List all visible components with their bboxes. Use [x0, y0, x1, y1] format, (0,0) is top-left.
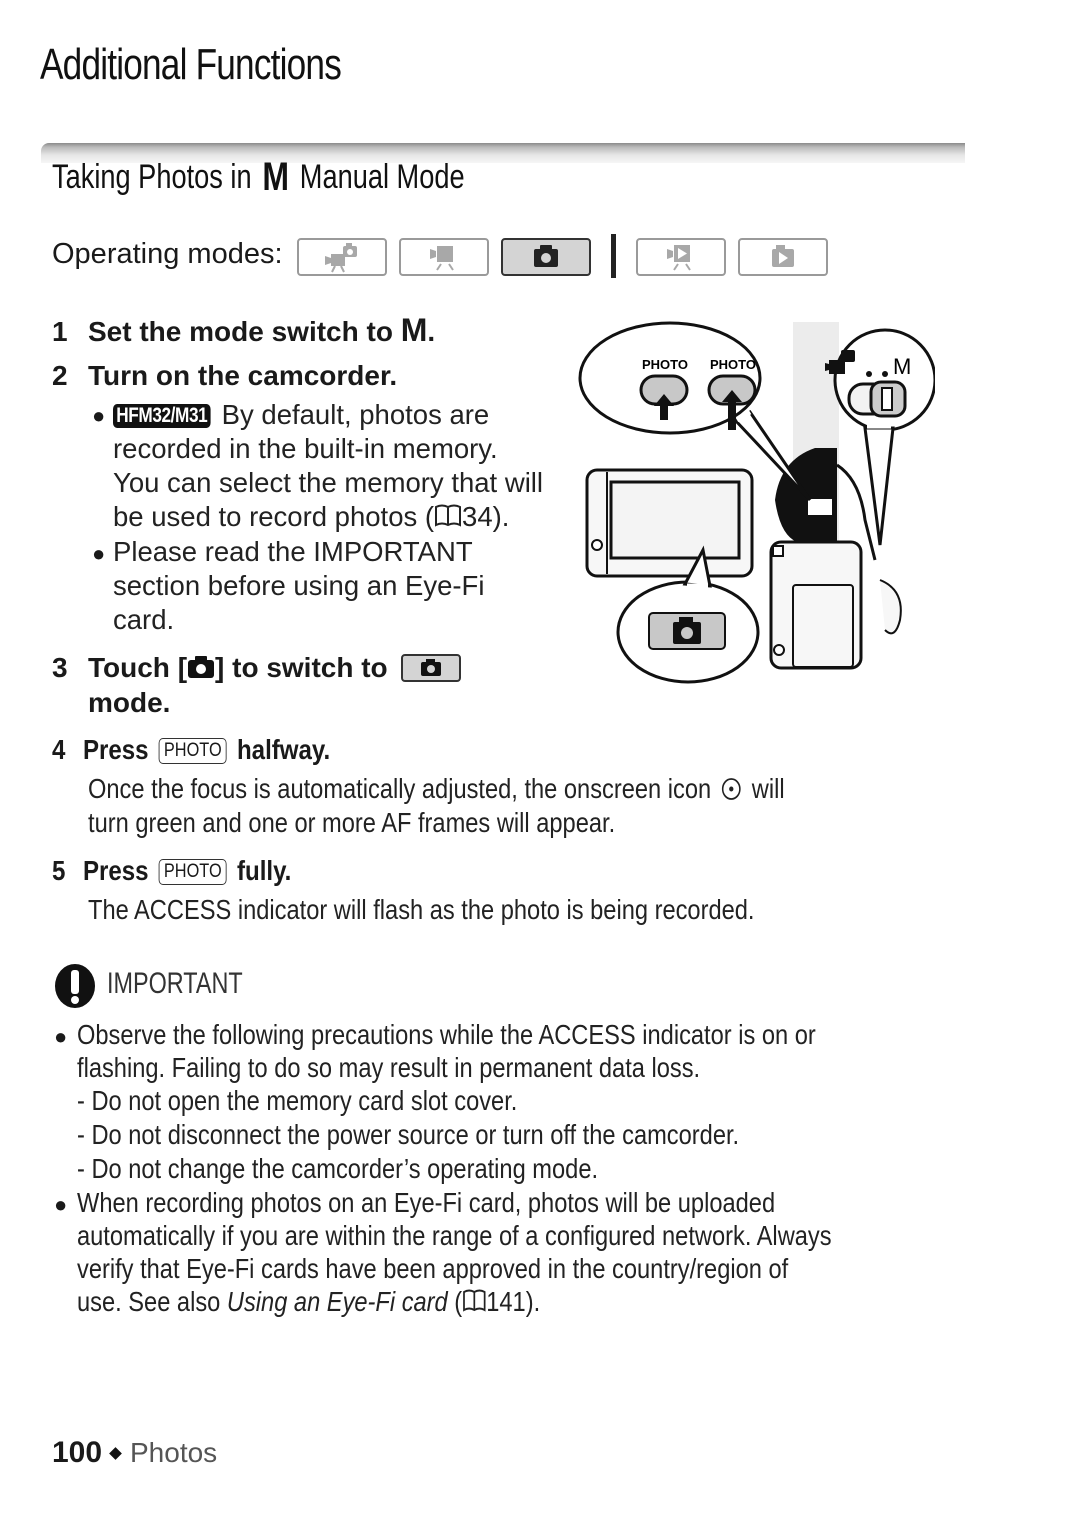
- photo-button-key: PHOTO: [158, 859, 227, 885]
- important-bullet1-line2: flashing. Failing to do so may result in…: [77, 1052, 701, 1083]
- section-title-pre: Taking Photos in: [52, 158, 252, 196]
- photo-label-2: PHOTO: [710, 357, 756, 372]
- video-photo-icon: [325, 243, 357, 273]
- photo-label-1: PHOTO: [642, 357, 688, 372]
- important-bullet2-line4: use. See also Using an Eye-Fi card (141)…: [77, 1286, 540, 1318]
- mode-button-movie: [399, 238, 489, 276]
- step-text: Set the mode switch to: [88, 316, 393, 347]
- photo-playback-icon: [772, 245, 794, 267]
- book-reference-icon: [435, 504, 462, 527]
- step-4: 4 Press PHOTO halfway.: [52, 734, 330, 766]
- important-dash-1: - Do not open the memory card slot cover…: [77, 1085, 518, 1116]
- step-number: 2: [52, 360, 68, 391]
- movie-camera-icon: [430, 246, 454, 271]
- mode-button-photo: [501, 238, 591, 276]
- important-dash-3: - Do not change the camcorder’s operatin…: [77, 1153, 599, 1184]
- text: use. See also: [77, 1286, 227, 1317]
- model-badge: HFM32/M31: [113, 404, 211, 428]
- step-number: 5: [52, 855, 66, 886]
- book-reference-icon: [463, 1289, 486, 1312]
- switch-m-label: M: [893, 354, 911, 379]
- step-3-continued: mode.: [88, 687, 171, 718]
- section-title: Taking Photos in M Manual Mode: [52, 155, 465, 200]
- step2-bullet1-line1: HFM32/M31 By default, photos are: [113, 399, 489, 431]
- important-bullet2-line3: verify that Eye-Fi cards have been appro…: [77, 1253, 789, 1284]
- step4-desc-line2: turn green and one or more AF frames wil…: [88, 807, 616, 838]
- step2-bullet1-line2: recorded in the built-in memory.: [113, 433, 498, 464]
- step2-bullet2-line2: section before using an Eye-Fi: [113, 570, 485, 601]
- important-bullet2-line2: automatically if you are within the rang…: [77, 1220, 832, 1251]
- step2-bullet1-line4: be used to record photos ( 34).: [113, 501, 509, 533]
- important-icon: [55, 964, 95, 1008]
- step-punct: .: [427, 316, 436, 347]
- step-2: 2 Turn on the camcorder.: [52, 360, 397, 392]
- step2-bullet2-line1: Please read the IMPORTANT: [113, 536, 473, 567]
- step-number: 1: [52, 316, 68, 347]
- diamond-separator-icon: [109, 1447, 122, 1460]
- step-text: Turn on the camcorder.: [88, 360, 398, 391]
- text: will: [751, 773, 785, 804]
- section-title-post: Manual Mode: [299, 158, 465, 196]
- text: be used to record photos (: [113, 501, 435, 532]
- photo-mode-icon: [401, 654, 462, 682]
- text: halfway.: [236, 734, 331, 765]
- mode-button-movie-playback: [636, 238, 726, 276]
- page-title: Additional Functions: [40, 40, 342, 89]
- manual-mode-icon: M: [262, 155, 290, 199]
- movie-playback-icon: [667, 245, 691, 271]
- camcorder-illustration: PHOTO PHOTO M: [578, 321, 935, 684]
- text: Touch [: [88, 652, 188, 683]
- step-5: 5 Press PHOTO fully.: [52, 855, 291, 887]
- bullet-icon: ●: [92, 541, 106, 566]
- mode-separator: [611, 234, 616, 278]
- text: ] to switch to: [215, 652, 388, 683]
- important-dash-2: - Do not disconnect the power source or …: [77, 1119, 740, 1150]
- step2-bullet2-line3: card.: [113, 604, 175, 635]
- text: By default, photos are: [221, 399, 490, 430]
- text: Once the focus is automatically adjusted…: [88, 773, 712, 804]
- photo-button-key: PHOTO: [158, 738, 227, 764]
- important-bullet2-line1: When recording photos on an Eye-Fi card,…: [77, 1187, 776, 1218]
- text: Press: [82, 734, 149, 765]
- step-number: 4: [52, 734, 66, 765]
- step-1: 1 Set the mode switch to M.: [52, 312, 435, 349]
- page-ref: 141).: [486, 1286, 541, 1317]
- step5-desc: The ACCESS indicator will flash as the p…: [88, 894, 755, 925]
- step-3: 3 Touch [ ] to switch to: [52, 652, 462, 684]
- page-number: 100: [52, 1436, 103, 1469]
- text: fully.: [236, 855, 292, 886]
- footer-section-name: Photos: [130, 1437, 218, 1468]
- important-heading: IMPORTANT: [107, 967, 243, 1000]
- step-number: 3: [52, 652, 68, 683]
- bullet-icon: ●: [92, 403, 106, 428]
- text: Press: [82, 855, 149, 886]
- operating-modes-label: Operating modes:: [52, 238, 283, 270]
- camera-icon: [534, 245, 558, 267]
- step4-desc-line1: Once the focus is automatically adjusted…: [88, 773, 785, 805]
- bullet-icon: ●: [54, 1192, 68, 1217]
- camera-icon: [188, 656, 215, 678]
- cross-reference-link[interactable]: Using an Eye-Fi card: [227, 1286, 448, 1317]
- step2-bullet1-line3: You can select the memory that will: [113, 467, 544, 498]
- text: (: [447, 1286, 463, 1317]
- focus-icon: [722, 778, 741, 800]
- bullet-icon: ●: [54, 1024, 68, 1049]
- important-bullet1-line1: Observe the following precautions while …: [77, 1019, 816, 1050]
- mode-button-smart-auto: [297, 238, 387, 276]
- page-ref: 34).: [462, 501, 510, 532]
- mode-button-photo-playback: [738, 238, 828, 276]
- manual-mode-icon: M: [400, 312, 428, 348]
